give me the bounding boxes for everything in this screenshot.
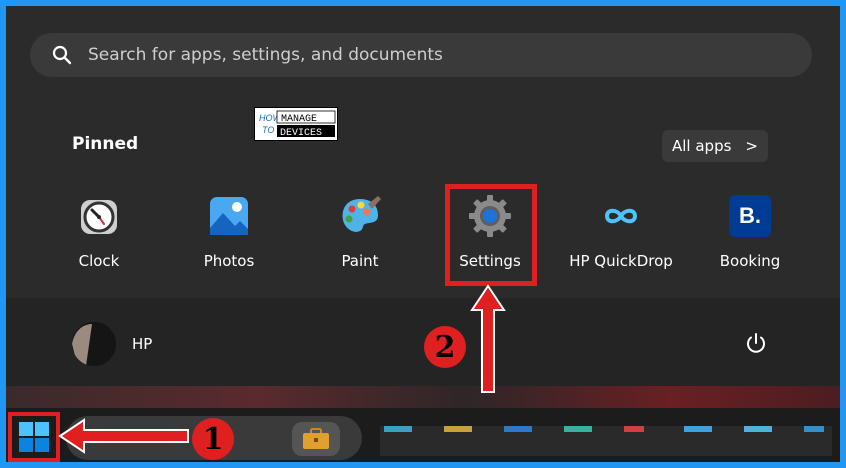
step-1-badge: 1 [192,418,234,460]
user-name[interactable]: HP [132,335,152,353]
power-icon [747,333,765,353]
photos-icon [207,194,251,238]
pinned-app-photos[interactable]: Photos [174,194,284,270]
windows-start-button[interactable] [8,412,60,462]
app-label: Booking [719,252,781,270]
pinned-app-clock[interactable]: Clock [44,194,154,270]
start-search-box[interactable]: Search for apps, settings, and documents [30,33,812,77]
power-button[interactable] [744,332,768,360]
desktop-wallpaper [6,386,840,408]
briefcase-icon[interactable] [292,422,340,456]
app-label: Paint [341,252,379,270]
infinity-icon [599,194,643,238]
app-label: Clock [78,252,120,270]
all-apps-button[interactable]: All apps > [662,130,768,162]
booking-icon: B. [728,194,772,238]
howtomanagedevices-logo: HOW TO MANAGE DEVICES [254,107,338,141]
step-2-badge: 2 [424,326,466,368]
chevron-right-icon: > [745,137,758,155]
clock-icon [77,194,121,238]
paint-icon [338,194,382,238]
pinned-heading: Pinned [72,134,139,154]
avatar[interactable] [72,322,116,366]
desktop: Search for apps, settings, and documents… [6,6,840,462]
pinned-app-booking[interactable]: B. Booking [695,194,805,270]
start-menu: Search for apps, settings, and documents… [6,6,840,386]
annotation-arrow-up [470,284,506,393]
logo-text-devices: DEVICES [280,128,322,139]
app-label: Photos [203,252,255,270]
search-placeholder[interactable]: Search for apps, settings, and documents [88,45,443,65]
all-apps-label: All apps [672,137,732,155]
pinned-app-hp-quickdrop[interactable]: HP QuickDrop [566,194,676,270]
logo-text-to: TO [262,125,274,135]
settings-highlight-box [445,184,537,286]
pinned-app-paint[interactable]: Paint [305,194,415,270]
app-label: HP QuickDrop [569,252,673,270]
taskbar-pinned-apps-obscured [380,426,832,456]
logo-text-manage: MANAGE [281,114,317,125]
search-icon [52,45,72,65]
annotation-arrow-left [58,418,189,454]
windows-logo-icon [19,422,49,452]
booking-glyph: B. [729,195,771,237]
